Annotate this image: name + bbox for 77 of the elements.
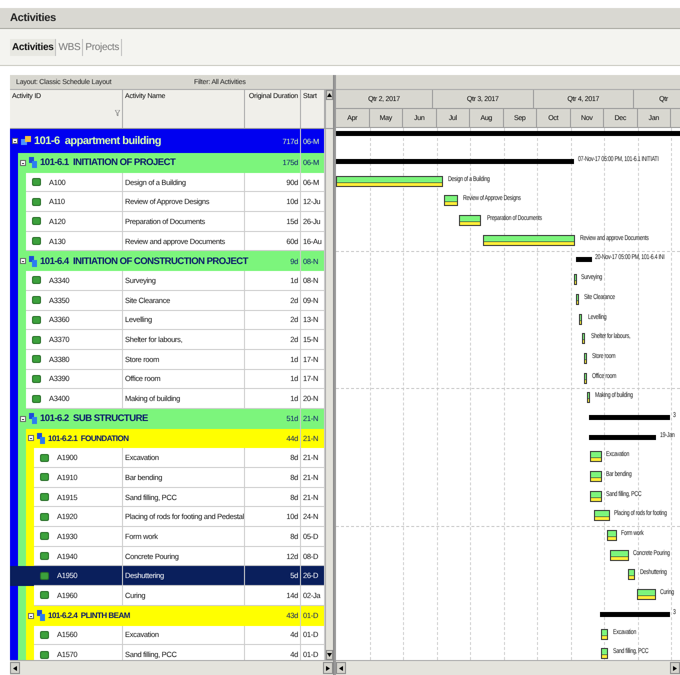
activity-icon [32, 316, 41, 324]
activity-bar[interactable] [594, 510, 610, 522]
activity-icon [32, 336, 41, 344]
activity-icon [32, 198, 41, 206]
activity-bar[interactable] [628, 569, 635, 580]
activity-bar[interactable] [579, 314, 582, 324]
activity-icon [32, 237, 41, 246]
wbs-name: 101-6.2.1 FOUNDATION [48, 434, 128, 443]
scroll-left-icon[interactable] [10, 662, 20, 674]
tab[interactable]: Projects [83, 38, 122, 56]
activity-bar[interactable] [601, 628, 608, 640]
activity-bar[interactable] [587, 392, 590, 404]
activity-icon [40, 572, 49, 580]
activity-icon [40, 532, 49, 540]
activity-bar[interactable] [637, 589, 656, 600]
collapse-toggle-icon[interactable] [28, 612, 34, 619]
filter-icon[interactable] [115, 110, 120, 116]
wbs-icon [37, 610, 45, 622]
tab[interactable]: Activities [10, 38, 56, 56]
activity-bar[interactable] [590, 490, 602, 502]
wbs-name: 101-6.4 INITIATION OF CONSTRUCTION PROJECT [40, 256, 248, 267]
horizontal-scrollbar[interactable] [336, 660, 680, 675]
activity-bar[interactable] [574, 274, 577, 286]
scroll-up-icon[interactable] [326, 90, 333, 100]
activity-bar[interactable] [590, 471, 602, 482]
activity-icon [40, 650, 49, 659]
wbs-name: 101-6.2.4 PLINTH BEAM [48, 611, 130, 620]
wbs-icon [37, 432, 45, 444]
summary-bar [576, 257, 592, 262]
activity-bar[interactable] [459, 215, 481, 226]
activity-icon [32, 296, 41, 304]
scroll-down-icon[interactable] [326, 650, 333, 660]
tab[interactable]: WBS [56, 38, 84, 56]
vertical-scrollbar[interactable] [325, 129, 333, 660]
scroll-right-icon[interactable] [670, 662, 680, 674]
window-title: Activities [0, 8, 680, 29]
activity-bar[interactable] [584, 352, 587, 364]
activity-bar[interactable] [607, 530, 617, 542]
activity-bar[interactable] [444, 195, 458, 206]
activity-icon [40, 630, 49, 639]
scroll-left-icon[interactable] [336, 662, 346, 674]
activity-bar[interactable] [584, 372, 587, 384]
project-icon [21, 136, 31, 146]
activity-icon [40, 493, 49, 502]
activity-icon [40, 591, 49, 600]
activity-icon [32, 355, 41, 364]
collapse-toggle-icon[interactable] [20, 160, 26, 166]
wbs-name: 101-6.1 INITIATION OF PROJECT [40, 157, 176, 168]
activity-bar[interactable] [610, 550, 629, 561]
summary-bar [600, 612, 670, 617]
collapse-toggle-icon[interactable] [12, 138, 18, 144]
collapse-toggle-icon[interactable] [20, 416, 26, 422]
activity-icon [40, 552, 49, 560]
activity-bar[interactable] [590, 451, 602, 462]
activity-icon [32, 178, 41, 186]
activity-bar[interactable] [336, 176, 443, 187]
wbs-name: 101-6 appartment building [34, 135, 161, 147]
scroll-right-icon[interactable] [323, 662, 333, 674]
activity-icon [40, 454, 49, 462]
activity-icon [32, 374, 41, 383]
summary-bar [589, 434, 656, 440]
wbs-icon [29, 413, 37, 424]
activity-icon [32, 217, 41, 226]
activity-bar[interactable] [601, 648, 608, 660]
activity-icon [32, 276, 41, 284]
collapse-toggle-icon[interactable] [20, 258, 26, 264]
activity-icon [32, 394, 41, 403]
activity-icon [40, 512, 49, 521]
activity-bar[interactable] [576, 294, 579, 305]
wbs-name: 101-6.2 SUB STRUCTURE [40, 413, 148, 424]
activity-icon [40, 473, 49, 482]
wbs-icon [29, 157, 37, 168]
horizontal-scrollbar[interactable] [10, 660, 333, 675]
activity-bar[interactable] [582, 333, 585, 344]
collapse-toggle-icon[interactable] [28, 435, 34, 442]
wbs-icon [29, 256, 37, 267]
activity-bar[interactable] [483, 234, 575, 246]
